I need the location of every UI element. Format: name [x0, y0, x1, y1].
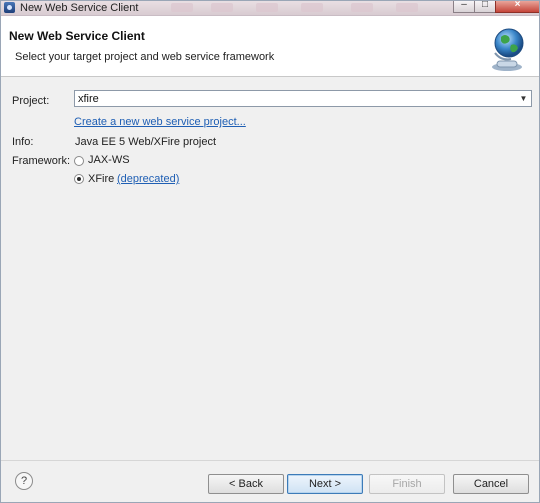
close-icon: ×	[514, 0, 521, 10]
help-icon[interactable]: ?	[15, 472, 33, 490]
jax-ws-label[interactable]: JAX-WS	[88, 154, 130, 166]
back-button[interactable]: < Back	[208, 474, 284, 494]
title-bar-decoration	[396, 3, 418, 12]
window-title: New Web Service Client	[20, 2, 139, 14]
title-bar-decoration	[211, 3, 233, 12]
title-bar: New Web Service Client – □ ×	[1, 0, 539, 16]
info-value: Java EE 5 Web/XFire project	[75, 136, 217, 148]
framework-label: Framework:	[12, 155, 71, 167]
wizard-header: New Web Service Client Select your targe…	[1, 16, 539, 77]
footer-separator	[1, 460, 539, 461]
minimize-button[interactable]: –	[453, 1, 475, 13]
jax-ws-radio[interactable]	[74, 156, 84, 166]
maximize-button[interactable]: □	[474, 1, 496, 13]
create-project-link[interactable]: Create a new web service project...	[74, 116, 246, 128]
title-bar-decoration	[301, 3, 323, 12]
dropdown-arrow-icon[interactable]: ▼	[516, 91, 531, 106]
title-bar-decoration	[171, 3, 193, 12]
wizard-title: New Web Service Client	[9, 29, 145, 43]
title-bar-decoration	[351, 3, 373, 12]
xfire-label[interactable]: XFire	[88, 173, 114, 185]
minimize-icon: –	[461, 0, 467, 10]
xfire-radio[interactable]	[74, 174, 84, 184]
dialog-window: New Web Service Client – □ × New Web Ser…	[0, 0, 540, 503]
maximize-icon: □	[481, 0, 489, 10]
next-button[interactable]: Next >	[287, 474, 363, 494]
close-button[interactable]: ×	[495, 0, 539, 13]
app-icon	[4, 2, 15, 13]
project-label: Project:	[12, 95, 50, 107]
info-label: Info:	[12, 136, 34, 148]
title-bar-decoration	[256, 3, 278, 12]
project-value: xfire	[78, 93, 99, 105]
project-combobox[interactable]: xfire ▼	[74, 90, 532, 107]
wizard-description: Select your target project and web servi…	[15, 51, 275, 63]
globe-wizard-icon	[492, 28, 524, 71]
cancel-button[interactable]: Cancel	[453, 474, 529, 494]
finish-button: Finish	[369, 474, 445, 494]
deprecated-link[interactable]: (deprecated)	[117, 173, 179, 185]
